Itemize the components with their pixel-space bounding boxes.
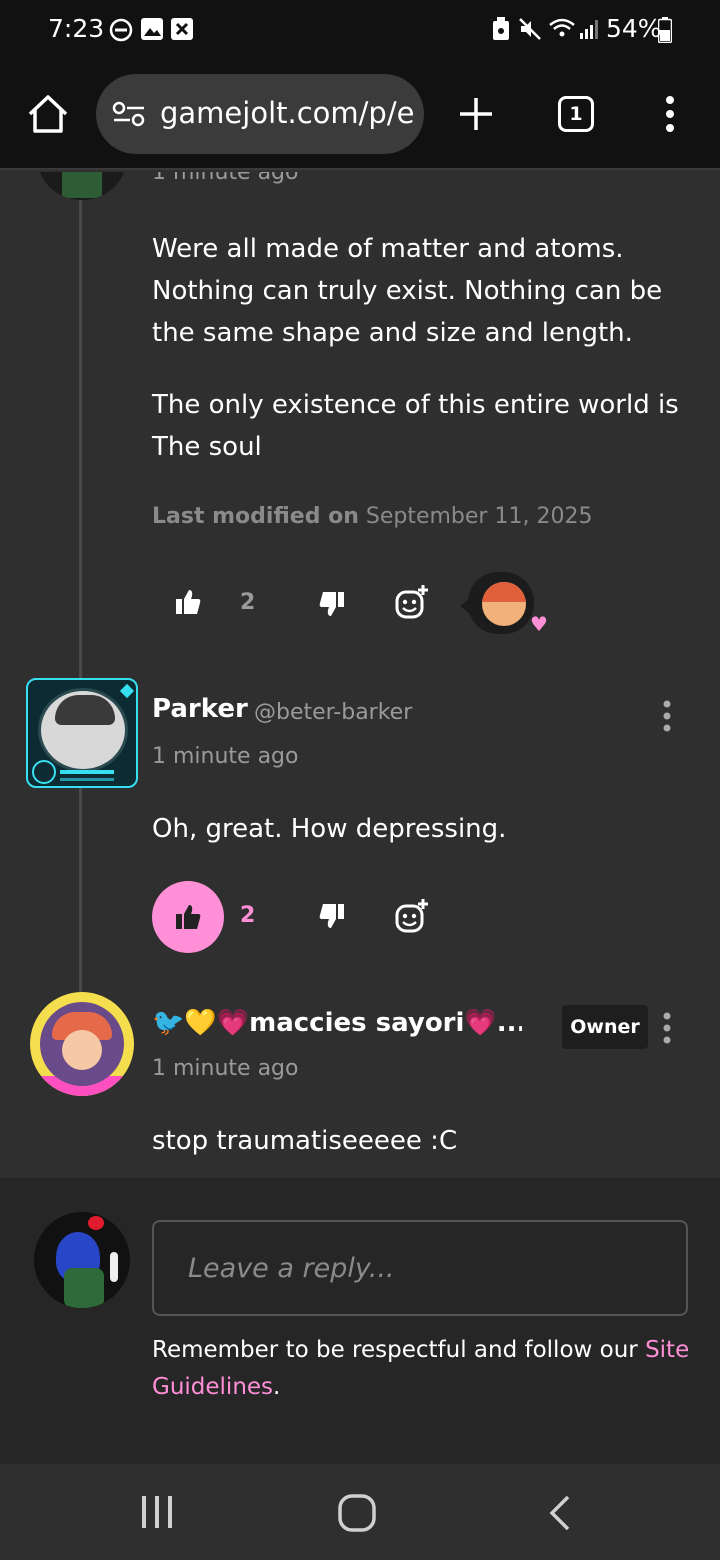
guidelines-note: Remember to be respectful and follow our… bbox=[152, 1332, 692, 1406]
gallery-icon bbox=[141, 18, 163, 40]
like-icon bbox=[176, 905, 201, 929]
wifi-signal-icon bbox=[549, 18, 598, 39]
comment-text: Oh, great. How depressing. bbox=[152, 814, 507, 844]
status-time: 7:23 bbox=[48, 14, 105, 43]
like-icon[interactable] bbox=[174, 588, 202, 616]
guidelines-note-text: Remember to be respectful and follow our bbox=[152, 1337, 638, 1363]
dislike-icon[interactable] bbox=[318, 590, 346, 618]
home-nav-icon[interactable] bbox=[338, 1494, 376, 1532]
guidelines-note-suffix: . bbox=[273, 1374, 281, 1400]
new-tab-icon[interactable] bbox=[458, 96, 494, 132]
like-count: 2 bbox=[240, 590, 256, 615]
app-notification-icon bbox=[171, 18, 193, 40]
address-bar[interactable]: gamejolt.com/p/e bbox=[96, 74, 424, 154]
add-reaction-icon[interactable] bbox=[394, 584, 430, 620]
avatar[interactable] bbox=[30, 992, 134, 1096]
site-settings-icon[interactable] bbox=[112, 101, 146, 127]
lock-battery-icon bbox=[493, 17, 509, 40]
owner-badge: Owner bbox=[562, 1005, 648, 1049]
username[interactable]: 🐦💛💗maccies sayori💗... bbox=[152, 1008, 522, 1038]
avatar[interactable] bbox=[26, 678, 138, 788]
reaction-avatar[interactable]: ♥ bbox=[458, 572, 548, 636]
reply-area: Remember to be respectful and follow our… bbox=[0, 1178, 720, 1464]
thread-line bbox=[79, 172, 82, 1002]
home-icon[interactable] bbox=[26, 92, 70, 136]
comment-thread: 1 minute ago Were all made of matter and… bbox=[0, 172, 720, 1178]
comment-time: 1 minute ago bbox=[152, 744, 299, 769]
comment-text: The only existence of this entire world … bbox=[152, 390, 679, 462]
status-bar: 7:23 54% bbox=[0, 0, 720, 62]
username[interactable]: Parker bbox=[152, 694, 248, 724]
system-nav-bar bbox=[0, 1464, 720, 1560]
like-button-active[interactable] bbox=[152, 881, 224, 953]
avatar bbox=[34, 1212, 130, 1308]
back-icon[interactable] bbox=[546, 1494, 572, 1532]
browser-toolbar: gamejolt.com/p/e 1 bbox=[0, 62, 720, 170]
comment-text: Were all made of matter and atoms. Nothi… bbox=[152, 234, 663, 348]
tab-switcher-button[interactable]: 1 bbox=[558, 96, 594, 132]
mute-icon bbox=[519, 18, 541, 40]
heart-icon: ♥ bbox=[530, 612, 548, 636]
last-modified-label: Last modified on bbox=[152, 504, 359, 529]
do-not-disturb-icon bbox=[109, 18, 133, 42]
comment-text: stop traumatiseeeee :C bbox=[152, 1126, 458, 1156]
recent-apps-icon[interactable] bbox=[140, 1494, 174, 1530]
comment-options-icon[interactable] bbox=[660, 1012, 674, 1044]
last-modified: Last modified on September 11, 2025 bbox=[152, 504, 592, 529]
reply-input[interactable] bbox=[152, 1220, 688, 1316]
url-text[interactable]: gamejolt.com/p/e bbox=[160, 96, 414, 130]
battery-icon bbox=[658, 17, 672, 43]
user-handle[interactable]: @beter-barker bbox=[254, 700, 412, 725]
avatar[interactable] bbox=[38, 172, 126, 200]
battery-percent: 54% bbox=[606, 14, 662, 43]
comment-options-icon[interactable] bbox=[660, 700, 674, 732]
like-count: 2 bbox=[240, 903, 256, 928]
comment-time: 1 minute ago bbox=[152, 1056, 299, 1081]
last-modified-date: September 11, 2025 bbox=[365, 504, 593, 529]
add-reaction-icon[interactable] bbox=[394, 898, 430, 934]
dislike-icon[interactable] bbox=[318, 902, 346, 930]
browser-menu-icon[interactable] bbox=[662, 96, 678, 132]
comment-time: 1 minute ago bbox=[152, 172, 299, 185]
